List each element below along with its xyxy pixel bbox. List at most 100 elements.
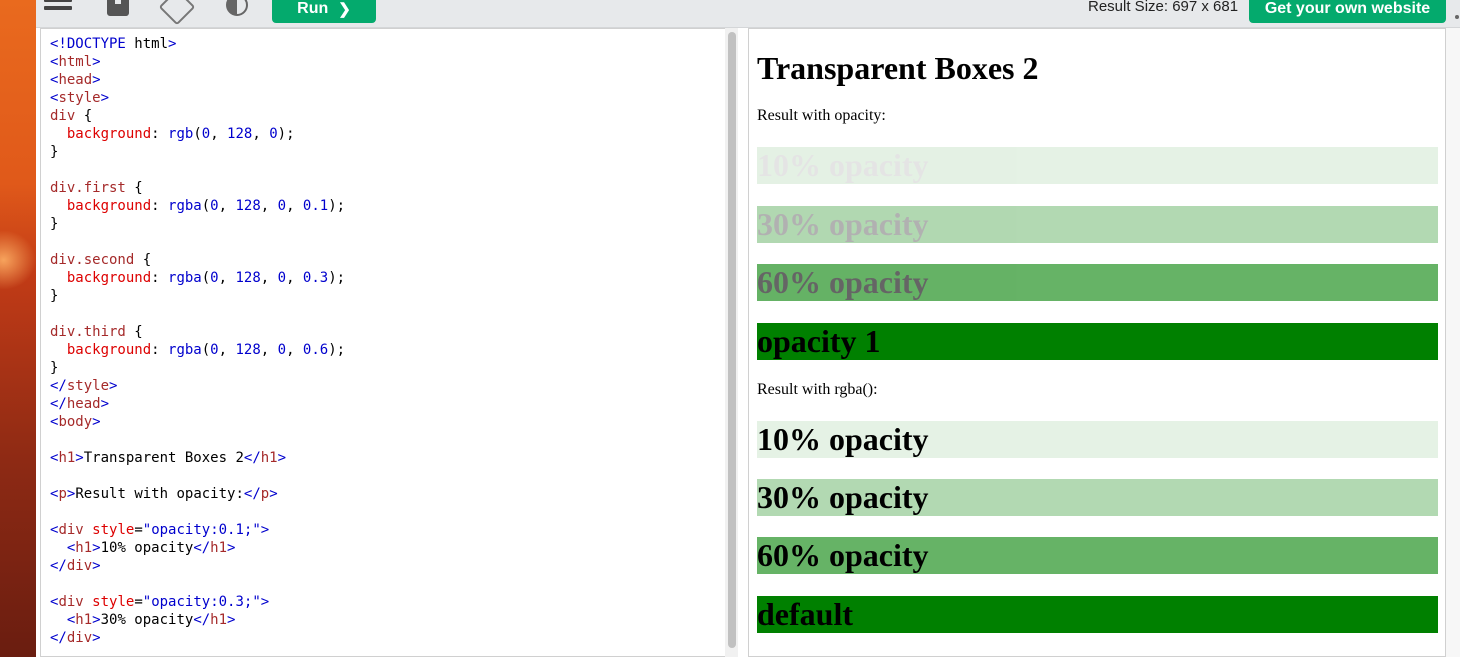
result-preview: Transparent Boxes 2 Result with opacity:…	[748, 28, 1446, 657]
code-token: style	[58, 90, 101, 106]
code-token: >	[75, 450, 84, 466]
code-token: 30% opacity	[100, 612, 194, 628]
opacity-box-100: opacity 1	[757, 323, 1438, 360]
code-line: background: rgb(0, 128, 0);	[50, 125, 345, 143]
code-editor[interactable]: <!DOCTYPE html> <html> <head> <style> div { …	[40, 28, 738, 657]
code-line: <head>	[50, 71, 345, 89]
code-token: >	[92, 72, 101, 88]
code-token: 0	[210, 342, 219, 358]
code-token: background	[66, 270, 152, 286]
code-editor-text[interactable]: <!DOCTYPE html> <html> <head> <style> div { …	[50, 35, 345, 647]
rotate-layout-icon[interactable]	[158, 0, 196, 26]
code-token: );	[328, 198, 346, 214]
code-token: 128	[235, 198, 261, 214]
code-token: div.second	[50, 252, 135, 268]
code-line: background: rgba(0, 128, 0, 0.1);	[50, 197, 345, 215]
code-token: rgba	[168, 342, 202, 358]
save-icon[interactable]	[107, 0, 129, 16]
get-own-website-button[interactable]: Get your own website	[1249, 0, 1446, 23]
code-line: <div style="opacity:0.1;">	[50, 521, 345, 539]
code-token: 0	[201, 126, 211, 142]
code-line: div {	[50, 107, 345, 125]
code-token: >	[100, 396, 110, 412]
code-token: {	[75, 108, 93, 124]
code-token: ,	[218, 270, 236, 286]
code-token: Transparent Boxes 2	[83, 450, 244, 466]
code-line: <html>	[50, 53, 345, 71]
opacity-box-30: 30% opacity	[757, 206, 1438, 243]
rgba-box-heading: 10% opacity	[757, 421, 929, 457]
chevron-right-icon: ❯	[338, 0, 351, 18]
menu-icon[interactable]	[44, 0, 72, 16]
code-line: <h1>30% opacity</h1>	[50, 611, 345, 629]
rgba-box-heading: 30% opacity	[757, 479, 929, 515]
editor-toolbar: Run ❯ Result Size: 697 x 681 Get your ow…	[36, 0, 1460, 28]
rgba-box-30: 30% opacity	[757, 479, 1438, 516]
desktop-wallpaper	[0, 0, 36, 657]
code-token: "opacity:0.3;"	[142, 594, 261, 610]
code-token: =	[134, 522, 143, 538]
code-line: </div>	[50, 629, 345, 647]
run-button[interactable]: Run ❯	[272, 0, 376, 23]
code-token: {	[125, 324, 143, 340]
rgba-box-heading: 60% opacity	[757, 537, 929, 573]
code-token: );	[328, 342, 346, 358]
code-line: </style>	[50, 377, 345, 395]
code-token: ,	[252, 126, 270, 142]
code-line: background: rgba(0, 128, 0, 0.6);	[50, 341, 345, 359]
code-line: <body>	[50, 413, 345, 431]
code-token: ,	[260, 198, 278, 214]
code-token: h1	[260, 450, 278, 466]
code-token: >	[92, 630, 101, 646]
code-line: </head>	[50, 395, 345, 413]
code-token: (	[201, 198, 211, 214]
code-token: ,	[210, 126, 228, 142]
code-token: 128	[227, 126, 253, 142]
code-token: style	[66, 378, 110, 394]
code-token: </	[193, 612, 211, 628]
theme-toggle-icon[interactable]	[226, 0, 248, 16]
window-edge-dot	[1455, 15, 1459, 19]
rgba-box-default: default	[757, 596, 1438, 633]
code-token: }	[50, 216, 59, 232]
code-token: </	[50, 558, 67, 574]
rgba-box-60: 60% opacity	[757, 537, 1438, 574]
code-token: ,	[260, 270, 278, 286]
code-token: background	[66, 126, 152, 142]
code-token: >	[92, 540, 101, 556]
code-token: style	[92, 594, 135, 610]
editor-scrollbar-thumb[interactable]	[728, 32, 736, 648]
code-token: ,	[260, 342, 278, 358]
code-token: 0	[277, 270, 287, 286]
code-token: </	[243, 450, 261, 466]
code-token: div	[66, 630, 93, 646]
code-token: {	[134, 252, 152, 268]
code-token: 128	[235, 342, 261, 358]
code-token: >	[269, 486, 278, 502]
code-token: 0.1	[302, 198, 329, 214]
code-line: }	[50, 287, 345, 305]
code-token: >	[260, 522, 270, 538]
code-token: >	[92, 54, 101, 70]
code-line: <p>Result with opacity:</p>	[50, 485, 345, 503]
code-token: Result with opacity:	[75, 486, 244, 502]
code-token: div.first	[50, 180, 126, 196]
code-token: 0	[277, 342, 287, 358]
code-token: rgba	[168, 270, 202, 286]
code-token: </	[50, 630, 67, 646]
opacity-label: Result with opacity:	[757, 107, 886, 124]
opacity-box-heading: 60% opacity	[757, 264, 929, 300]
code-line: <h1>10% opacity</h1>	[50, 539, 345, 557]
code-token: style	[92, 522, 135, 538]
code-line: }	[50, 143, 345, 161]
opacity-box-10: 10% opacity	[757, 147, 1438, 184]
code-token: div.third	[50, 324, 126, 340]
code-token: rgb	[168, 126, 194, 142]
code-token: </	[193, 540, 211, 556]
code-token: ,	[286, 198, 303, 214]
code-token: div	[58, 522, 84, 538]
